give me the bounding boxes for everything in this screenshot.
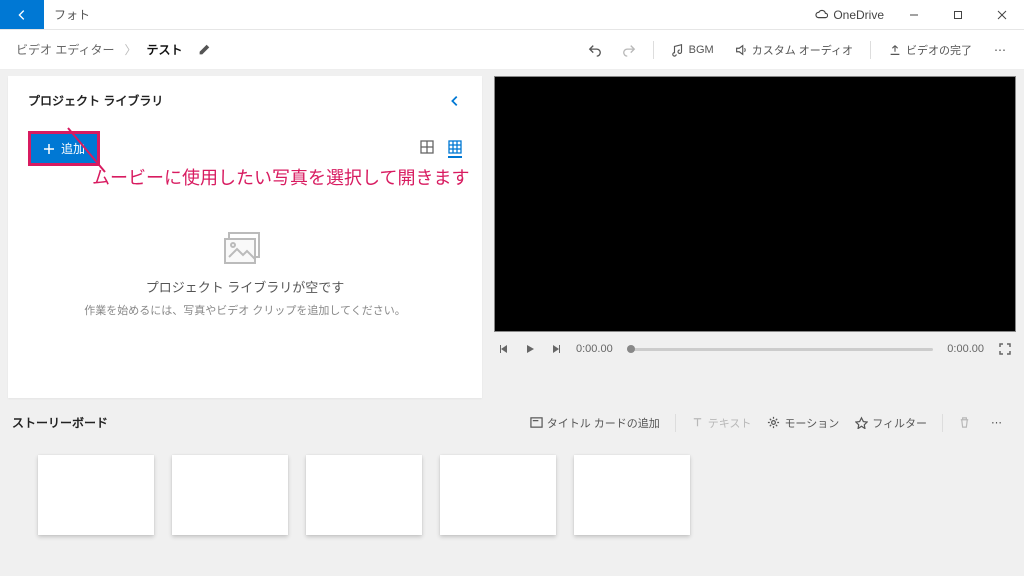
text-icon [691, 416, 704, 429]
minimize-button[interactable] [892, 0, 936, 29]
breadcrumb: ビデオ エディター 〉 テスト [0, 41, 183, 58]
separator [870, 41, 871, 59]
export-icon [888, 43, 902, 57]
photos-icon [223, 231, 267, 267]
separator [942, 414, 943, 432]
onedrive-label: OneDrive [833, 8, 884, 22]
custom-audio-label: カスタム オーディオ [752, 42, 853, 58]
storyboard-more-button[interactable]: ⋯ [983, 412, 1012, 433]
top-toolbar: ビデオ エディター 〉 テスト BGM カスタム オーディオ [0, 30, 1024, 70]
add-button-label: 追加 [61, 140, 85, 157]
library-empty-state: プロジェクト ライブラリが空です 作業を始めるには、写真やビデオ クリップを追加… [28, 166, 462, 382]
finish-video-button[interactable]: ビデオの完了 [882, 38, 978, 62]
empty-title: プロジェクト ライブラリが空です [146, 277, 345, 296]
redo-button[interactable] [616, 39, 642, 61]
motion-label: モーション [784, 415, 839, 431]
title-card-icon [530, 416, 543, 429]
preview-panel: 0:00.00 0:00.00 [494, 76, 1016, 398]
seek-bar[interactable] [627, 348, 934, 351]
speaker-icon [734, 43, 748, 57]
video-preview[interactable] [494, 76, 1016, 332]
player-controls: 0:00.00 0:00.00 [494, 332, 1016, 356]
bgm-label: BGM [689, 44, 714, 56]
pencil-icon[interactable] [197, 43, 211, 57]
breadcrumb-current: テスト [147, 41, 183, 58]
filters-icon [855, 416, 868, 429]
custom-audio-button[interactable]: カスタム オーディオ [728, 38, 859, 62]
collapse-button[interactable] [448, 94, 462, 108]
maximize-button[interactable] [936, 0, 980, 29]
add-title-card-label: タイトル カードの追加 [547, 415, 660, 431]
motion-button[interactable]: モーション [763, 413, 843, 433]
close-button[interactable] [980, 0, 1024, 29]
text-label: テキスト [708, 415, 752, 431]
view-grid-icon[interactable] [448, 140, 462, 158]
library-panel: プロジェクト ライブラリ 追加 [8, 76, 482, 398]
top-actions: BGM カスタム オーディオ ビデオの完了 ⋯ [582, 38, 1024, 62]
undo-button[interactable] [582, 39, 608, 61]
text-button[interactable]: テキスト [687, 413, 756, 433]
add-title-card-button[interactable]: タイトル カードの追加 [526, 413, 664, 433]
cloud-icon [814, 8, 828, 22]
time-current: 0:00.00 [576, 343, 613, 355]
storyboard-title: ストーリーボード [12, 414, 108, 431]
library-title: プロジェクト ライブラリ [28, 92, 163, 109]
storyboard-slot[interactable] [172, 455, 288, 535]
filters-label: フィルター [872, 415, 927, 431]
breadcrumb-root[interactable]: ビデオ エディター [16, 41, 115, 58]
separator [675, 414, 676, 432]
more-button[interactable]: ⋯ [986, 39, 1016, 61]
delete-icon[interactable] [954, 414, 975, 431]
main-area: プロジェクト ライブラリ 追加 [0, 70, 1024, 398]
filters-button[interactable]: フィルター [851, 413, 931, 433]
next-frame-button[interactable] [550, 343, 562, 355]
title-bar: フォト OneDrive [0, 0, 1024, 30]
storyboard-slot[interactable] [38, 455, 154, 535]
back-button[interactable] [0, 0, 44, 29]
music-icon [671, 43, 685, 57]
storyboard-slot[interactable] [574, 455, 690, 535]
separator [653, 41, 654, 59]
empty-subtitle: 作業を始めるには、写真やビデオ クリップを追加してください。 [84, 302, 405, 318]
chevron-right-icon: 〉 [125, 41, 137, 58]
storyboard-cards [12, 455, 1012, 535]
finish-video-label: ビデオの完了 [906, 42, 972, 58]
view-large-icon[interactable] [420, 140, 434, 158]
add-button[interactable]: 追加 [28, 131, 100, 166]
time-total: 0:00.00 [947, 343, 984, 355]
prev-frame-button[interactable] [498, 343, 510, 355]
app-title: フォト [44, 0, 100, 29]
bgm-button[interactable]: BGM [665, 39, 720, 61]
fullscreen-button[interactable] [998, 342, 1012, 356]
motion-icon [767, 416, 780, 429]
play-button[interactable] [524, 343, 536, 355]
storyboard-slot[interactable] [440, 455, 556, 535]
storyboard-slot[interactable] [306, 455, 422, 535]
onedrive-status[interactable]: OneDrive [806, 0, 892, 29]
window-controls [892, 0, 1024, 29]
storyboard-section: ストーリーボード タイトル カードの追加 テキスト モーション [0, 412, 1024, 535]
